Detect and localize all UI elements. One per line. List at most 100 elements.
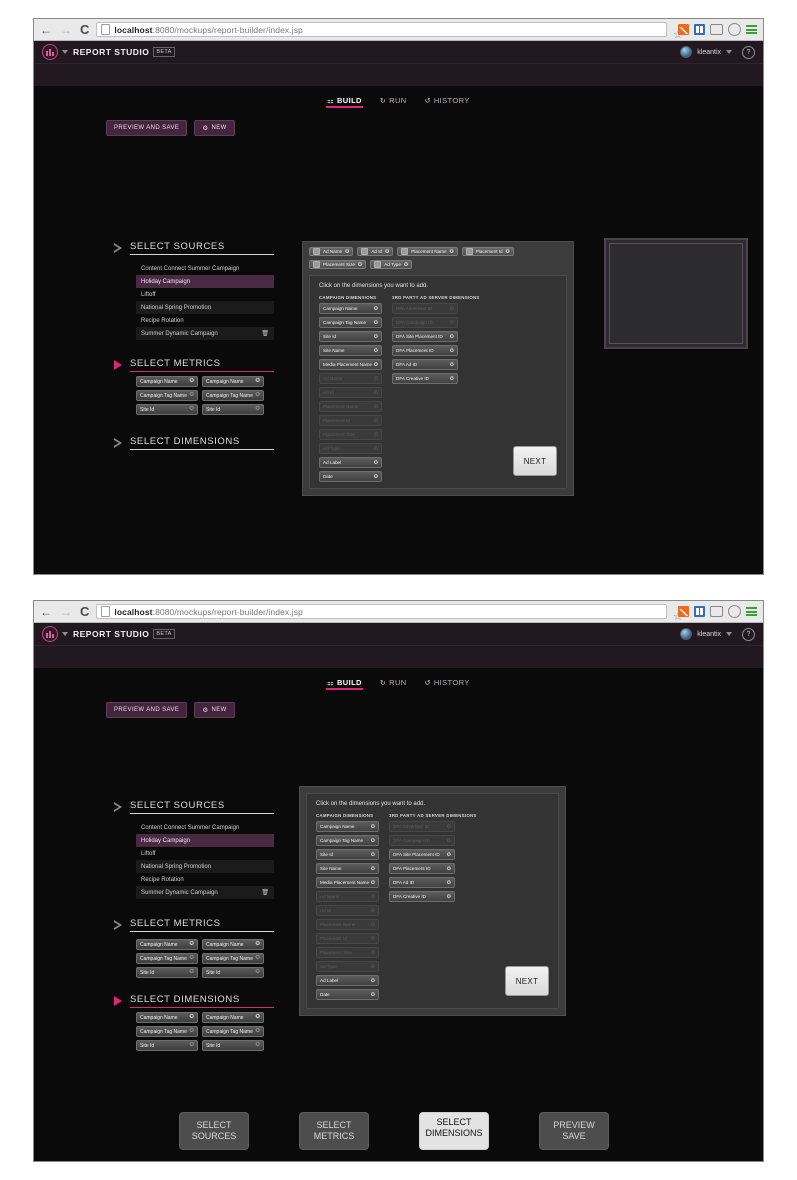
add-icon[interactable]: ✪ [374, 362, 378, 368]
metric-chip[interactable]: Site Id ✪ [136, 967, 198, 978]
tab-build[interactable]: ⚏ BUILD [326, 678, 363, 690]
remove-icon[interactable]: ✪ [189, 1042, 194, 1049]
forward-icon[interactable]: → [60, 606, 72, 618]
add-icon[interactable]: ✪ [450, 362, 454, 368]
list-item[interactable]: Holiday Campaign [136, 275, 274, 288]
metric-chip[interactable]: Campaign Name ✪ [136, 939, 198, 950]
remove-icon[interactable]: ✪ [255, 1014, 260, 1021]
next-button[interactable]: NEXT [505, 966, 549, 996]
remove-icon[interactable]: ✪ [255, 378, 260, 385]
dimension-chip[interactable]: Site Id ✪ [202, 1040, 264, 1051]
metrics-section-header[interactable]: SELECT METRICS [114, 358, 274, 372]
dimension-option[interactable]: Date ✪ [319, 471, 382, 482]
step-button-select-metrics[interactable]: SELECT METRICS [299, 1112, 369, 1150]
dimension-option[interactable]: Site Id ✪ [316, 849, 379, 860]
address-bar[interactable]: localhost:8080/mockups/report-builder/in… [96, 604, 667, 619]
remove-icon[interactable]: ✪ [189, 969, 194, 976]
dimension-option[interactable]: Date ✪ [316, 989, 379, 1000]
step-button-select-sources[interactable]: SELECT SOURCES [179, 1112, 249, 1150]
chevron-down-icon[interactable] [62, 50, 68, 54]
remove-icon[interactable]: ✪ [255, 955, 260, 962]
list-item[interactable]: Holiday Campaign [136, 834, 274, 847]
dimension-option[interactable]: Campaign Name ✪ [316, 821, 379, 832]
screencast-icon[interactable] [710, 24, 723, 35]
dimension-chip[interactable]: Campaign Name ✪ [202, 1012, 264, 1023]
add-icon[interactable]: ✪ [371, 978, 375, 984]
remove-icon[interactable]: ✪ [345, 249, 349, 255]
add-icon[interactable]: ✪ [371, 880, 375, 886]
dimension-option[interactable]: DFA Placement ID ✪ [392, 345, 458, 356]
add-icon[interactable]: ✪ [371, 852, 375, 858]
dimension-option[interactable]: DFA Placement ID ✪ [389, 863, 455, 874]
dimension-option[interactable]: Site Id ✪ [319, 331, 382, 342]
list-item[interactable]: Liftoff [136, 847, 274, 860]
add-icon[interactable]: ✪ [371, 992, 375, 998]
chevron-down-icon[interactable] [62, 632, 68, 636]
camera-icon[interactable] [728, 23, 741, 36]
dimension-option[interactable]: DFA Site Placement ID ✪ [389, 849, 455, 860]
dimension-option[interactable]: Site Name ✪ [316, 863, 379, 874]
selected-chip[interactable]: Ad Id ✪ [357, 247, 394, 256]
list-item[interactable]: Content Connect Summer Campaign [136, 821, 274, 834]
dimension-option[interactable]: DFA Ad ID ✪ [392, 359, 458, 370]
dimensions-section-header[interactable]: SELECT DIMENSIONS [114, 433, 274, 453]
add-icon[interactable]: ✪ [374, 306, 378, 312]
camera-icon[interactable] [728, 605, 741, 618]
user-menu-chevron-icon[interactable] [726, 632, 732, 636]
dimension-option[interactable]: Ad Label ✪ [319, 457, 382, 468]
metric-chip[interactable]: Site Id ✪ [202, 404, 264, 415]
remove-icon[interactable]: ✪ [189, 406, 194, 413]
metric-chip[interactable]: Campaign Tag Name ✪ [136, 953, 198, 964]
chip-handle-icon[interactable] [313, 261, 320, 268]
new-button[interactable]: ⚙ NEW [194, 702, 235, 718]
metric-chip[interactable]: Campaign Name ✪ [136, 376, 198, 387]
list-item[interactable]: Summer Dynamic Campaign 🗑 [136, 327, 274, 340]
add-icon[interactable]: ✪ [371, 866, 375, 872]
step-button-select-dimensions[interactable]: SELECT DIMENSIONS [419, 1112, 489, 1150]
tab-run[interactable]: ↻ RUN [380, 678, 407, 690]
add-icon[interactable]: ✪ [447, 880, 451, 886]
avatar[interactable] [680, 628, 693, 640]
dimension-option[interactable]: DFA Creative ID ✪ [389, 891, 455, 902]
remove-icon[interactable]: ✪ [404, 262, 408, 268]
forward-icon[interactable]: → [60, 24, 72, 36]
username-label[interactable]: kleantix [697, 631, 721, 638]
metric-chip[interactable]: Campaign Tag Name ✪ [202, 953, 264, 964]
screencast-icon[interactable] [710, 606, 723, 617]
username-label[interactable]: kleantix [697, 49, 721, 56]
dimension-option[interactable]: Ad Label ✪ [316, 975, 379, 986]
back-icon[interactable]: ← [40, 24, 52, 36]
add-icon[interactable]: ✪ [450, 348, 454, 354]
add-icon[interactable]: ✪ [450, 376, 454, 382]
list-item[interactable]: National Spring Promotion [136, 301, 274, 314]
remove-icon[interactable]: ✪ [189, 392, 194, 399]
preview-and-save-button[interactable]: PREVIEW AND SAVE [106, 702, 188, 718]
remove-icon[interactable]: ✪ [255, 406, 260, 413]
metric-chip[interactable]: Campaign Tag Name ✪ [202, 390, 264, 401]
add-icon[interactable]: ✪ [450, 334, 454, 340]
dimension-option[interactable]: Media Placement Name ✪ [316, 877, 379, 888]
remove-icon[interactable]: ✪ [506, 249, 510, 255]
trash-icon[interactable]: 🗑 [261, 889, 269, 896]
chart-extension-icon[interactable] [678, 24, 689, 35]
list-item[interactable]: National Spring Promotion [136, 860, 274, 873]
tab-build[interactable]: ⚏ BUILD [326, 96, 363, 108]
add-icon[interactable]: ✪ [374, 474, 378, 480]
address-bar[interactable]: localhost:8080/mockups/report-builder/in… [96, 22, 667, 37]
dimension-option[interactable]: Campaign Tag Name ✪ [319, 317, 382, 328]
remove-icon[interactable]: ✪ [189, 955, 194, 962]
tab-run[interactable]: ↻ RUN [380, 96, 407, 108]
remove-icon[interactable]: ✪ [255, 941, 260, 948]
tab-history[interactable]: ↺ HISTORY [425, 678, 470, 690]
list-item[interactable]: Recipe Rotation [136, 873, 274, 886]
bookmarks-extension-icon[interactable] [694, 606, 705, 617]
add-icon[interactable]: ✪ [371, 838, 375, 844]
chip-handle-icon[interactable] [313, 248, 320, 255]
dimension-chip[interactable]: Campaign Tag Name ✪ [136, 1026, 198, 1037]
dimension-option[interactable]: Media Placement Name ✪ [319, 359, 382, 370]
selected-chip[interactable]: Ad Name ✪ [309, 247, 354, 256]
chart-extension-icon[interactable] [678, 606, 689, 617]
sources-section-header[interactable]: SELECT SOURCES [114, 238, 274, 258]
dimension-option[interactable]: DFA Creative ID ✪ [392, 373, 458, 384]
metric-chip[interactable]: Site Id ✪ [202, 967, 264, 978]
